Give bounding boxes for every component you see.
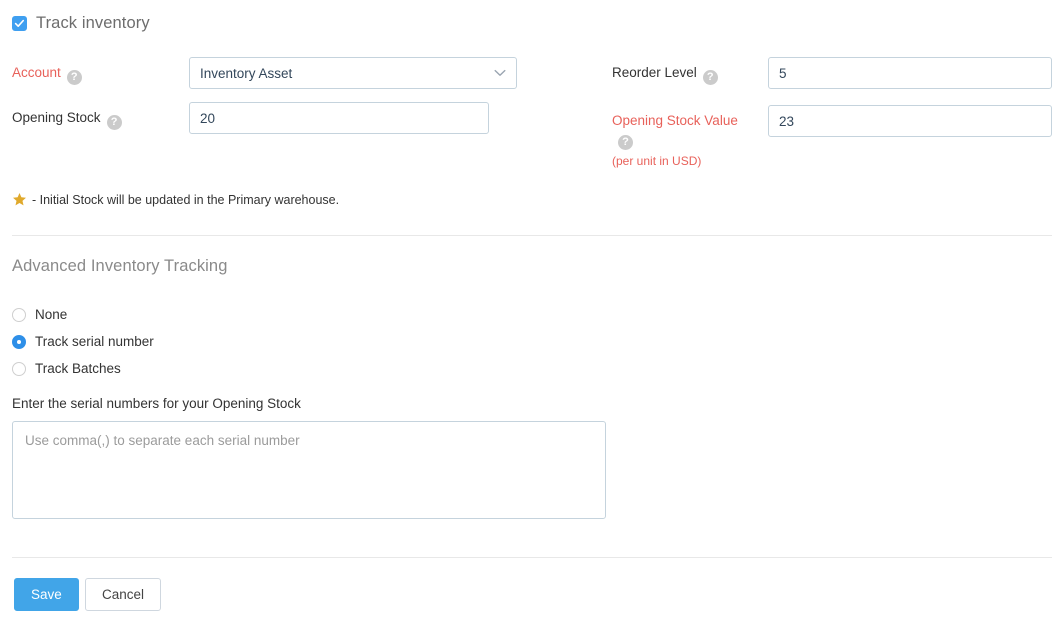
account-select-value: Inventory Asset bbox=[200, 66, 494, 81]
check-icon bbox=[14, 18, 25, 29]
radio-option-track-serial-number[interactable]: Track serial number bbox=[12, 334, 154, 349]
account-help-icon[interactable]: ? bbox=[67, 70, 82, 85]
reorder-level-help-icon[interactable]: ? bbox=[703, 70, 718, 85]
radio-track-batches-control[interactable] bbox=[12, 362, 26, 376]
radio-selected-dot bbox=[17, 340, 21, 344]
reorder-level-input[interactable] bbox=[768, 57, 1052, 89]
serial-numbers-textarea[interactable] bbox=[12, 421, 606, 519]
chevron-down-icon bbox=[494, 69, 506, 77]
reorder-level-label-text: Reorder Level bbox=[612, 65, 697, 80]
radio-none-label: None bbox=[35, 307, 67, 322]
account-label: Account? bbox=[12, 64, 82, 85]
save-button[interactable]: Save bbox=[14, 578, 79, 611]
initial-stock-note: - Initial Stock will be updated in the P… bbox=[12, 192, 339, 207]
opening-stock-value-label-text: Opening Stock Value bbox=[612, 113, 738, 128]
serial-numbers-title: Enter the serial numbers for your Openin… bbox=[12, 396, 301, 411]
opening-stock-label-text: Opening Stock bbox=[12, 110, 101, 125]
divider-footer bbox=[12, 557, 1052, 558]
opening-stock-value-help-icon[interactable]: ? bbox=[618, 135, 633, 150]
reorder-level-label: Reorder Level? bbox=[612, 64, 718, 85]
opening-stock-help-icon[interactable]: ? bbox=[107, 115, 122, 130]
track-inventory-label: Track inventory bbox=[36, 14, 150, 33]
initial-stock-note-text: - Initial Stock will be updated in the P… bbox=[32, 193, 339, 207]
opening-stock-value-label: Opening Stock Value? (per unit in USD) bbox=[612, 112, 747, 170]
opening-stock-label: Opening Stock? bbox=[12, 109, 122, 130]
track-inventory-row[interactable]: Track inventory bbox=[12, 14, 150, 33]
account-select[interactable]: Inventory Asset bbox=[189, 57, 517, 89]
star-icon bbox=[12, 192, 27, 207]
radio-track-batches-label: Track Batches bbox=[35, 361, 121, 376]
opening-stock-value-input[interactable] bbox=[768, 105, 1052, 137]
cancel-button[interactable]: Cancel bbox=[85, 578, 161, 611]
account-label-text: Account bbox=[12, 65, 61, 80]
opening-stock-value-sublabel: (per unit in USD) bbox=[612, 153, 747, 170]
radio-track-serial-number-label: Track serial number bbox=[35, 334, 154, 349]
radio-track-serial-number-control[interactable] bbox=[12, 335, 26, 349]
opening-stock-input[interactable] bbox=[189, 102, 489, 134]
track-inventory-checkbox[interactable] bbox=[12, 16, 27, 31]
radio-none-control[interactable] bbox=[12, 308, 26, 322]
advanced-section-title: Advanced Inventory Tracking bbox=[12, 257, 227, 276]
radio-option-none[interactable]: None bbox=[12, 307, 67, 322]
divider-top bbox=[12, 235, 1052, 236]
radio-option-track-batches[interactable]: Track Batches bbox=[12, 361, 121, 376]
